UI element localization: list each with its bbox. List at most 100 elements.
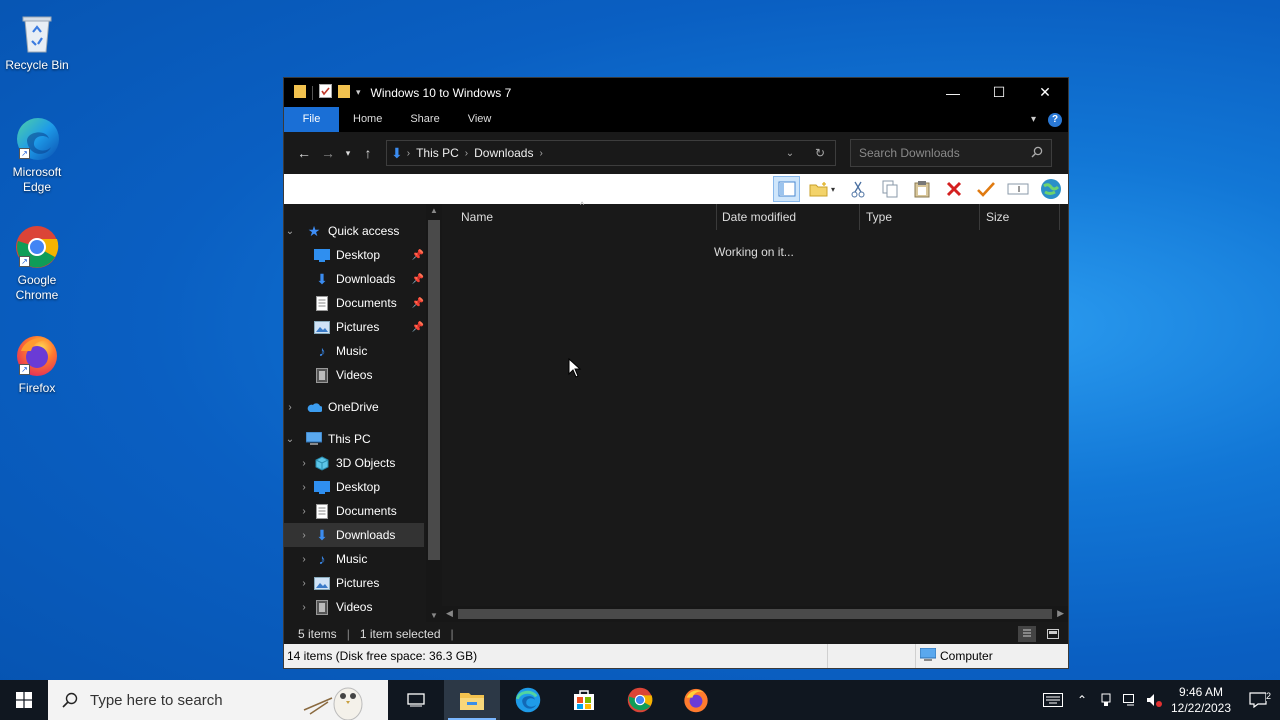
recent-locations-button[interactable]: ▾: [340, 141, 356, 165]
taskbar-file-explorer[interactable]: [444, 680, 500, 720]
large-icons-view-icon[interactable]: [1044, 626, 1062, 642]
collapse-icon[interactable]: ⌄: [284, 434, 296, 445]
clock[interactable]: 9:46 AM 12/22/2023: [1166, 684, 1236, 716]
column-date-modified[interactable]: Date modified: [722, 210, 796, 224]
column-size[interactable]: Size: [986, 210, 1009, 224]
show-hidden-icons-icon[interactable]: ⌃: [1070, 693, 1094, 707]
scrollbar-thumb[interactable]: [428, 220, 440, 560]
details-view-icon[interactable]: [1018, 626, 1036, 642]
up-button[interactable]: ↑: [356, 141, 380, 165]
back-button[interactable]: ←: [292, 141, 316, 165]
action-center-button[interactable]: 2: [1236, 691, 1280, 708]
chevron-down-icon[interactable]: ▾: [356, 87, 361, 98]
help-icon[interactable]: ?: [1048, 112, 1062, 127]
divider[interactable]: [859, 204, 860, 230]
new-folder-icon[interactable]: ▾: [805, 176, 839, 202]
delete-icon[interactable]: [940, 176, 967, 202]
breadcrumb-this-pc[interactable]: This PC: [410, 146, 465, 160]
breadcrumb-downloads[interactable]: Downloads: [468, 146, 539, 160]
maximize-button[interactable]: ☐: [976, 78, 1022, 107]
expand-icon[interactable]: ›: [298, 530, 310, 541]
expand-icon[interactable]: ›: [298, 602, 310, 613]
nav-quick-downloads[interactable]: ⬇ Downloads 📌: [284, 267, 424, 291]
nav-quick-access[interactable]: ⌄ ★ Quick access: [284, 219, 424, 243]
nav-this-pc[interactable]: ⌄ This PC: [284, 427, 424, 451]
folder-icon[interactable]: [294, 84, 306, 101]
expand-icon[interactable]: ›: [298, 482, 310, 493]
task-view-button[interactable]: [388, 680, 444, 720]
column-name[interactable]: Name: [461, 210, 493, 224]
nav-pc-documents[interactable]: › Documents: [284, 499, 424, 523]
expand-ribbon-icon[interactable]: ▾: [1031, 114, 1036, 125]
address-bar[interactable]: ⬇ › This PC › Downloads › ⌄ ↻: [386, 140, 836, 166]
tab-home[interactable]: Home: [339, 107, 396, 132]
tab-file[interactable]: File: [284, 107, 339, 132]
expand-icon[interactable]: ›: [298, 458, 310, 469]
nav-pc-videos[interactable]: › Videos: [284, 595, 424, 619]
nav-quick-music[interactable]: ♪ Music: [284, 339, 424, 363]
nav-scrollbar[interactable]: ▲ ▼: [426, 204, 442, 622]
forward-button[interactable]: →: [316, 141, 340, 165]
rename-icon[interactable]: [1004, 176, 1031, 202]
minimize-button[interactable]: —: [930, 78, 976, 107]
taskbar-firefox[interactable]: [668, 680, 724, 720]
address-dropdown-icon[interactable]: ⌄: [775, 148, 805, 159]
search-icon[interactable]: [1031, 146, 1043, 161]
globe-icon[interactable]: [1036, 176, 1066, 202]
scroll-up-icon[interactable]: ▲: [426, 206, 442, 215]
paste-icon[interactable]: [908, 176, 935, 202]
close-button[interactable]: ✕: [1022, 78, 1068, 107]
nav-quick-videos[interactable]: Videos: [284, 363, 424, 387]
taskbar-edge[interactable]: [500, 680, 556, 720]
divider[interactable]: [1059, 204, 1060, 230]
tab-share[interactable]: Share: [396, 107, 453, 132]
divider[interactable]: [716, 204, 717, 230]
start-button[interactable]: [0, 680, 48, 720]
nav-pc-music[interactable]: › ♪ Music: [284, 547, 424, 571]
new-folder-icon[interactable]: [338, 84, 350, 101]
copy-icon[interactable]: [876, 176, 903, 202]
scroll-left-icon[interactable]: ◀: [446, 608, 453, 619]
tab-view[interactable]: View: [454, 107, 506, 132]
scrollbar-thumb[interactable]: [458, 609, 1052, 619]
nav-onedrive[interactable]: › OneDrive: [284, 395, 424, 419]
nav-quick-pictures[interactable]: Pictures 📌: [284, 315, 424, 339]
scroll-right-icon[interactable]: ▶: [1057, 608, 1064, 619]
desktop-icon-edge[interactable]: ↗ Microsoft Edge: [4, 115, 70, 195]
properties-icon[interactable]: [319, 84, 332, 101]
scroll-down-icon[interactable]: ▼: [426, 611, 442, 620]
expand-icon[interactable]: ›: [284, 402, 296, 413]
expand-icon[interactable]: ›: [298, 506, 310, 517]
file-list-pane[interactable]: ^ Name Date modified Type Size Working o…: [442, 200, 1068, 622]
nav-pc-pictures[interactable]: › Pictures: [284, 571, 424, 595]
chevron-right-icon[interactable]: ›: [539, 148, 542, 159]
refresh-icon[interactable]: ↻: [805, 146, 835, 160]
divider[interactable]: [979, 204, 980, 230]
horizontal-scrollbar[interactable]: ◀ ▶: [442, 606, 1068, 622]
collapse-icon[interactable]: ⌄: [284, 226, 296, 237]
layout-icon[interactable]: [773, 176, 800, 202]
desktop-icon-chrome[interactable]: ↗ Google Chrome: [4, 223, 70, 303]
desktop-icon-recycle-bin[interactable]: Recycle Bin: [4, 8, 70, 73]
column-type[interactable]: Type: [866, 210, 892, 224]
volume-muted-icon[interactable]: [1142, 693, 1166, 707]
nav-quick-desktop[interactable]: Desktop 📌: [284, 243, 424, 267]
cut-icon[interactable]: [844, 176, 871, 202]
taskbar-chrome[interactable]: [612, 680, 668, 720]
nav-pc-downloads[interactable]: › ⬇ Downloads: [284, 523, 424, 547]
usb-device-icon[interactable]: [1094, 693, 1118, 707]
expand-icon[interactable]: ›: [298, 578, 310, 589]
chevron-right-icon[interactable]: ›: [403, 148, 410, 159]
taskbar-store[interactable]: [556, 680, 612, 720]
nav-pc-desktop[interactable]: › Desktop: [284, 475, 424, 499]
network-icon[interactable]: [1118, 694, 1142, 706]
keyboard-icon[interactable]: [1036, 693, 1070, 707]
nav-pc-3d-objects[interactable]: › 3D Objects: [284, 451, 424, 475]
expand-icon[interactable]: ›: [298, 554, 310, 565]
check-icon[interactable]: [972, 176, 999, 202]
search-box[interactable]: [850, 139, 1052, 167]
desktop-icon-firefox[interactable]: ↗ Firefox: [4, 331, 70, 396]
nav-quick-documents[interactable]: Documents 📌: [284, 291, 424, 315]
search-input[interactable]: [859, 146, 1031, 160]
taskbar-search[interactable]: Type here to search: [48, 680, 388, 720]
